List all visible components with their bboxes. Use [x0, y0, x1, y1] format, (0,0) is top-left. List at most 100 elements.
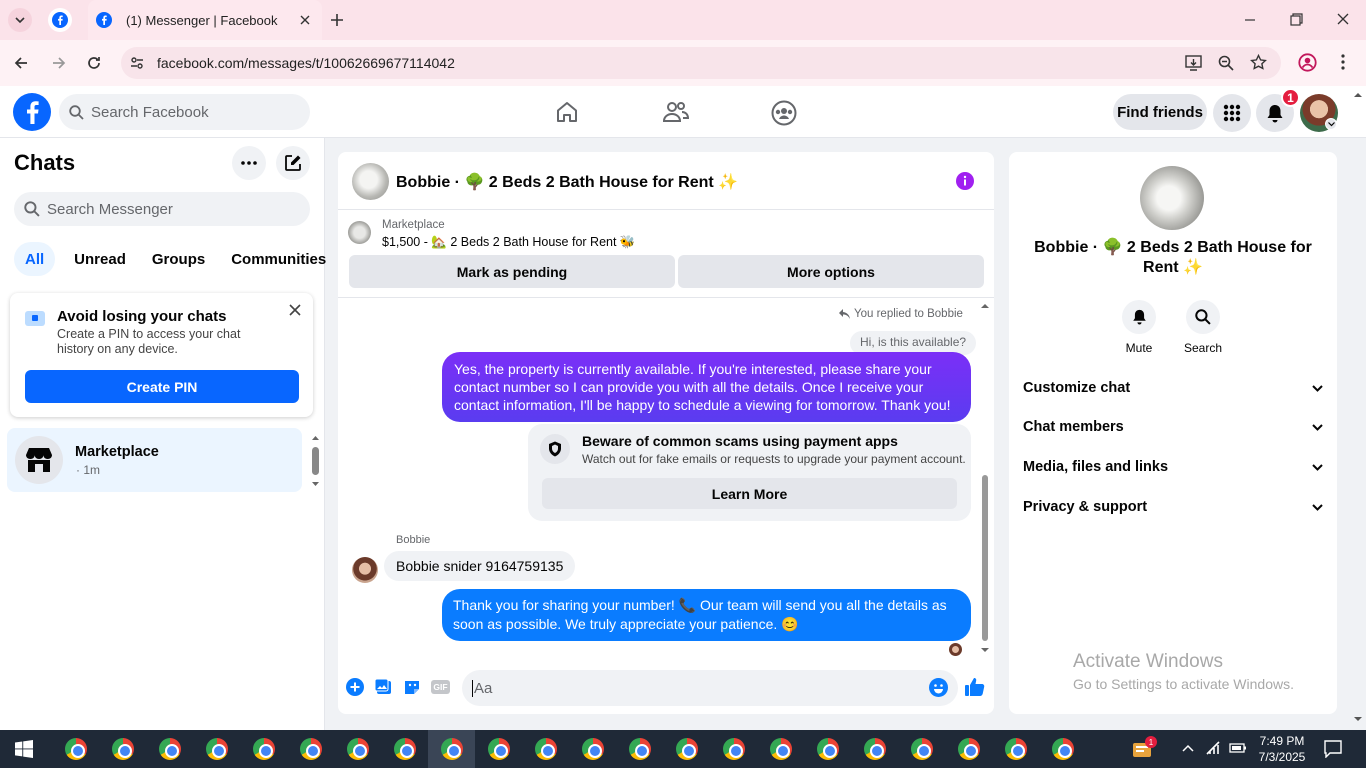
section-customize-chat[interactable]: Customize chat	[1017, 369, 1329, 407]
taskbar-chrome-window[interactable]	[898, 730, 945, 768]
taskbar-chrome-window[interactable]	[710, 730, 757, 768]
photo-icon[interactable]	[374, 678, 392, 696]
taskbar-chrome-window[interactable]	[240, 730, 287, 768]
info-avatar[interactable]	[1140, 166, 1204, 230]
mute-action[interactable]: Mute	[1122, 300, 1156, 355]
windows-start-icon[interactable]	[15, 740, 33, 758]
groups-icon[interactable]	[771, 100, 797, 126]
tab-search-button[interactable]	[8, 8, 32, 32]
plus-circle-icon[interactable]	[346, 678, 364, 696]
listing-title[interactable]: $1,500 - 🏡 2 Beds 2 Bath House for Rent …	[382, 235, 636, 250]
message-bubble-outgoing-latest[interactable]: Thank you for sharing your number! 📞 Our…	[442, 589, 971, 641]
taskbar-chrome-window[interactable]	[146, 730, 193, 768]
mark-pending-button[interactable]: Mark as pending	[349, 255, 675, 288]
taskbar-chrome-window[interactable]	[287, 730, 334, 768]
filter-unread[interactable]: Unread	[63, 242, 137, 276]
taskbar-chrome-window[interactable]	[945, 730, 992, 768]
battery-icon[interactable]	[1229, 742, 1247, 754]
close-icon[interactable]	[289, 304, 301, 316]
info-icon[interactable]	[956, 172, 974, 190]
filter-all[interactable]: All	[14, 242, 56, 276]
menu-button[interactable]	[1213, 94, 1251, 132]
zoom-icon[interactable]	[1218, 55, 1234, 71]
scroll-down-icon[interactable]	[311, 481, 320, 487]
profile-icon[interactable]	[1298, 53, 1317, 72]
taskbar-chrome-window[interactable]	[757, 730, 804, 768]
taskbar-chrome-window[interactable]	[334, 730, 381, 768]
mute-button[interactable]	[1122, 300, 1156, 334]
reload-icon[interactable]	[86, 55, 102, 71]
scroll-thumb[interactable]	[312, 447, 319, 475]
filter-groups[interactable]: Groups	[141, 242, 216, 276]
message-input[interactable]: Aa	[462, 670, 958, 706]
pinned-tab-facebook[interactable]	[48, 8, 72, 32]
chat-item-marketplace[interactable]: Marketplace · 1m	[7, 428, 302, 492]
network-icon[interactable]	[1206, 741, 1222, 755]
bookmark-star-icon[interactable]	[1250, 54, 1267, 71]
section-media-files[interactable]: Media, files and links	[1017, 448, 1329, 486]
section-privacy-support[interactable]: Privacy & support	[1017, 488, 1329, 526]
gif-icon[interactable]: GIF	[431, 680, 450, 694]
page-scroll-down-icon[interactable]	[1353, 716, 1363, 722]
messages-scrollbar[interactable]	[980, 303, 990, 653]
scroll-up-icon[interactable]	[980, 303, 990, 309]
notification-center-icon[interactable]	[1324, 740, 1342, 758]
back-icon[interactable]	[13, 55, 29, 71]
taskbar-chrome-window[interactable]	[428, 730, 475, 768]
omnibox[interactable]: facebook.com/messages/t/1006266967711404…	[121, 47, 1281, 79]
scroll-down-icon[interactable]	[980, 647, 990, 653]
search-action[interactable]: Search	[1184, 300, 1222, 355]
scroll-thumb[interactable]	[982, 475, 988, 641]
facebook-search-field[interactable]: Search Facebook	[59, 94, 310, 130]
taskbar-chrome-window[interactable]	[992, 730, 1039, 768]
scroll-up-icon[interactable]	[311, 435, 320, 441]
new-message-button[interactable]	[276, 146, 310, 180]
taskbar-chrome-window[interactable]	[99, 730, 146, 768]
find-friends-button[interactable]: Find friends	[1113, 94, 1207, 130]
taskbar-chrome-window[interactable]	[522, 730, 569, 768]
listing-avatar[interactable]	[352, 163, 389, 200]
restore-icon[interactable]	[1290, 13, 1303, 26]
chevron-up-icon[interactable]	[1182, 744, 1194, 752]
learn-more-button[interactable]: Learn More	[542, 478, 957, 509]
emoji-icon[interactable]	[929, 678, 948, 697]
taskbar-chrome-window[interactable]	[851, 730, 898, 768]
message-bubble-outgoing[interactable]: Yes, the property is currently available…	[442, 352, 971, 422]
site-info-icon[interactable]	[129, 55, 145, 71]
minimize-icon[interactable]	[1244, 14, 1256, 26]
facebook-logo-icon[interactable]	[13, 93, 51, 131]
taskbar-chrome-window[interactable]	[616, 730, 663, 768]
page-scroll-up-icon[interactable]	[1353, 92, 1363, 98]
listing-thumb[interactable]	[348, 221, 371, 244]
install-app-icon[interactable]	[1185, 55, 1202, 71]
taskbar-chrome-window[interactable]	[663, 730, 710, 768]
more-options-button[interactable]: More options	[678, 255, 984, 288]
create-pin-button[interactable]: Create PIN	[25, 370, 299, 403]
search-button[interactable]	[1186, 300, 1220, 334]
sender-avatar[interactable]	[352, 557, 378, 583]
home-icon[interactable]	[555, 100, 579, 124]
friends-icon[interactable]	[663, 100, 689, 124]
chat-options-button[interactable]	[232, 146, 266, 180]
filter-communities[interactable]: Communities	[220, 242, 337, 276]
new-tab-icon[interactable]	[330, 13, 344, 27]
taskbar-chrome-window[interactable]	[804, 730, 851, 768]
close-icon[interactable]	[300, 15, 310, 25]
close-window-icon[interactable]	[1337, 13, 1349, 25]
messenger-search-field[interactable]: Search Messenger	[14, 192, 310, 226]
menu-kebab-icon[interactable]	[1341, 54, 1345, 70]
chat-list-scrollbar[interactable]	[311, 435, 320, 489]
message-bubble-incoming[interactable]: Bobbie snider 9164759135	[384, 551, 576, 581]
thumbs-up-icon[interactable]	[964, 676, 985, 697]
taskbar-chrome-window[interactable]	[381, 730, 428, 768]
clock[interactable]: 7:49 PM 7/3/2025	[1258, 733, 1306, 765]
taskbar-chrome-window[interactable]	[193, 730, 240, 768]
tab-messenger[interactable]: (1) Messenger | Facebook	[88, 0, 322, 40]
taskbar-chrome-window[interactable]	[569, 730, 616, 768]
conversation-title[interactable]: Bobbie · 🌳 2 Beds 2 Bath House for Rent …	[396, 172, 738, 192]
taskbar-chrome-window[interactable]	[52, 730, 99, 768]
forward-icon[interactable]	[51, 55, 67, 71]
account-chevron[interactable]	[1325, 118, 1337, 130]
sticker-icon[interactable]	[403, 678, 421, 696]
section-chat-members[interactable]: Chat members	[1017, 408, 1329, 446]
